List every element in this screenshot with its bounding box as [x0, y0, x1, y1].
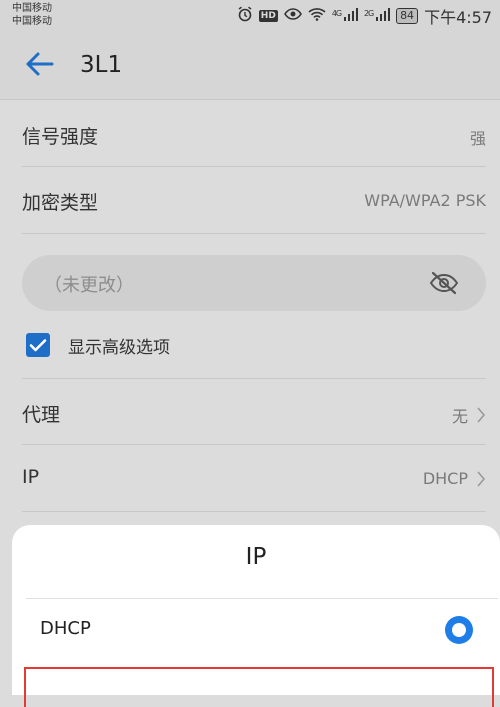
app-bar-divider: [0, 99, 500, 100]
carrier-2: 中国移动: [12, 16, 52, 27]
page-title: 3L1: [80, 52, 123, 78]
signal-strength-value: 强: [469, 129, 486, 148]
ip-value-group: DHCP: [423, 469, 486, 488]
signal-strength-row: 信号强度 强: [22, 120, 486, 150]
dialog-divider: [26, 598, 498, 599]
signal-4g-icon: 4G: [332, 8, 358, 24]
password-field[interactable]: （未更改）: [22, 255, 486, 311]
status-time: 下午4:57: [424, 8, 492, 27]
carrier-1: 中国移动: [12, 3, 52, 14]
app-bar: 3L1: [0, 32, 500, 100]
divider: [22, 166, 486, 167]
status-bar: 中国移动 中国移动 HD 4G 2G 84 下午4:57: [0, 0, 500, 32]
ip-row[interactable]: IP DHCP: [22, 464, 486, 494]
encryption-row: 加密类型 WPA/WPA2 PSK: [22, 186, 486, 216]
wifi-icon: [308, 7, 326, 25]
ip-value: DHCP: [422, 469, 468, 488]
status-icons: HD 4G 2G 84 下午4:57: [237, 5, 492, 27]
dhcp-radio[interactable]: [445, 616, 473, 644]
proxy-value: 无: [451, 407, 468, 426]
signal-strength-label: 信号强度: [22, 126, 99, 148]
proxy-label: 代理: [22, 404, 61, 426]
proxy-value-group: 无: [452, 403, 486, 427]
ip-label: IP: [22, 466, 40, 488]
signal-2g-icon: 2G: [364, 8, 391, 24]
chevron-right-icon: [477, 407, 486, 423]
advanced-options-checkbox[interactable]: [26, 333, 50, 357]
divider: [22, 233, 486, 234]
chevron-right-icon: [477, 470, 486, 487]
divider: [22, 511, 486, 512]
highlight-box: [24, 667, 494, 707]
divider: [22, 444, 486, 445]
eye-comfort-icon: [283, 7, 302, 25]
advanced-options-label[interactable]: 显示高级选项: [68, 333, 170, 358]
divider: [22, 378, 486, 379]
arrow-left-icon: [26, 52, 54, 76]
dialog-title: IP: [245, 544, 267, 570]
hd-icon: HD: [258, 10, 278, 22]
proxy-row[interactable]: 代理 无: [22, 398, 486, 428]
battery-icon: 84: [396, 8, 419, 24]
alarm-icon: [237, 6, 253, 26]
back-button[interactable]: [22, 46, 58, 82]
encryption-label: 加密类型: [22, 192, 99, 214]
ip-dialog: IP DHCP: [12, 525, 500, 707]
encryption-value: WPA/WPA2 PSK: [364, 191, 486, 210]
dhcp-option-label[interactable]: DHCP: [40, 618, 91, 639]
check-icon: [29, 339, 47, 352]
eye-off-icon[interactable]: [428, 269, 460, 297]
carrier-info: 中国移动 中国移动: [12, 2, 52, 28]
password-placeholder: （未更改）: [44, 275, 134, 296]
